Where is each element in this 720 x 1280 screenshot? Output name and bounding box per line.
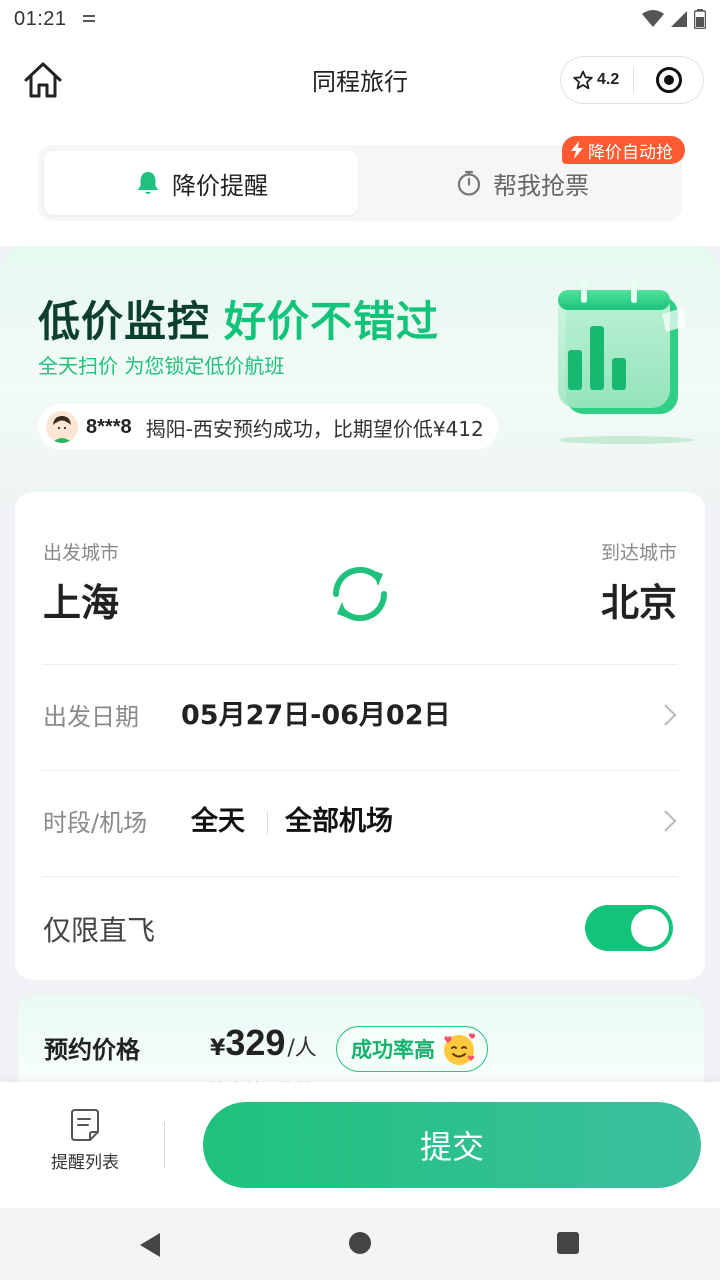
price-value[interactable]: ¥ 329 /人	[210, 1022, 317, 1064]
star-icon	[573, 70, 593, 90]
notification-sliders-icon	[82, 14, 95, 24]
slot-label: 时段/机场	[43, 809, 148, 837]
submit-button[interactable]: 提交	[203, 1102, 701, 1188]
hero-subtitle: 全天扫价 为您锁定低价航班	[38, 354, 285, 378]
target-icon	[655, 67, 682, 93]
rating-button[interactable]: 4.2	[561, 57, 633, 103]
bell-icon	[137, 172, 159, 194]
note-list-icon	[71, 1109, 99, 1141]
departure-label: 出发城市	[43, 542, 120, 564]
auto-grab-badge-label: 降价自动抢	[588, 142, 673, 163]
hero-banner: 低价监控 好价不错过 全天扫价 为您锁定低价航班 8***8 揭阳-西安预约成功，…	[0, 246, 720, 506]
direct-only-label: 仅限直飞	[43, 914, 156, 947]
airport-value: 全部机场	[285, 806, 393, 837]
time-slot-value: 全天	[191, 806, 245, 837]
reminder-list-label: 提醒列表	[51, 1153, 119, 1173]
direct-only-row: 仅限直飞	[15, 877, 705, 977]
success-ticker: 8***8 揭阳-西安预约成功，比期望价低¥412	[38, 404, 498, 450]
lightning-icon	[571, 141, 583, 159]
avatar	[46, 411, 78, 443]
arrival-label: 到达城市	[600, 542, 677, 564]
price-currency: ¥	[210, 1036, 226, 1061]
price-amount: 329	[225, 1022, 286, 1063]
smiling-face-hearts-icon	[444, 1033, 476, 1065]
swap-icon	[332, 566, 388, 622]
bottom-action-bar: 提醒列表 提交	[0, 1082, 720, 1208]
direct-only-toggle[interactable]	[585, 905, 673, 951]
recent-apps-button[interactable]	[557, 1232, 579, 1254]
success-rate-badge: 成功率高	[336, 1026, 488, 1072]
miniapp-capsule: 4.2	[560, 56, 704, 104]
close-miniapp-button[interactable]	[634, 57, 703, 103]
auto-grab-badge: 降价自动抢	[562, 136, 685, 164]
slot-separator	[267, 811, 268, 835]
tab-price-alert[interactable]: 降价提醒	[44, 151, 358, 215]
home-icon	[24, 62, 62, 98]
rating-value: 4.2	[597, 71, 620, 88]
search-form-card: 出发城市 上海 到达城市 北京 出发日期 05月27日-06月02日 时段/机场…	[15, 492, 705, 980]
arrival-city[interactable]: 北京	[601, 572, 677, 627]
swap-cities-button[interactable]	[328, 562, 392, 626]
signal-icon	[671, 11, 687, 27]
status-indicators	[642, 9, 706, 29]
departure-city[interactable]: 上海	[43, 572, 119, 627]
hero-title-part1: 低价监控	[38, 297, 211, 346]
ticker-message: 揭阳-西安预约成功，比期望价低¥412	[145, 416, 484, 441]
date-value: 05月27日-06月02日	[181, 700, 451, 731]
bottom-divider	[164, 1122, 165, 1168]
header: 同程旅行 4.2	[0, 38, 720, 126]
hero-title-part2: 好价不错过	[224, 297, 440, 346]
slot-airport-row[interactable]: 时段/机场 全天 全部机场	[15, 771, 705, 871]
wifi-icon	[642, 10, 664, 27]
hero-title: 低价监控 好价不错过	[38, 288, 439, 349]
success-rate-label: 成功率高	[351, 1038, 435, 1062]
price-label: 预约价格	[44, 1036, 140, 1064]
price-unit: /人	[287, 1036, 317, 1061]
system-nav-bar	[0, 1208, 720, 1280]
date-row[interactable]: 出发日期 05月27日-06月02日	[15, 665, 705, 765]
home-nav-button[interactable]	[349, 1232, 371, 1254]
status-time: 01:21	[14, 7, 67, 30]
ticker-username: 8***8	[86, 415, 132, 438]
tab-price-alert-label: 降价提醒	[172, 171, 268, 200]
stopwatch-icon	[457, 170, 481, 196]
chevron-right-icon	[664, 810, 677, 832]
back-icon[interactable]	[136, 1230, 164, 1260]
battery-icon	[694, 9, 706, 29]
tab-grab-ticket-label: 帮我抢票	[493, 171, 589, 200]
home-button[interactable]	[22, 60, 64, 100]
toggle-knob	[631, 909, 669, 947]
status-bar: 01:21	[0, 0, 720, 38]
calendar-chart-illustration	[548, 274, 698, 444]
date-label: 出发日期	[43, 703, 139, 731]
reminder-list-button[interactable]: 提醒列表	[30, 1108, 140, 1184]
chevron-right-icon	[664, 704, 677, 726]
